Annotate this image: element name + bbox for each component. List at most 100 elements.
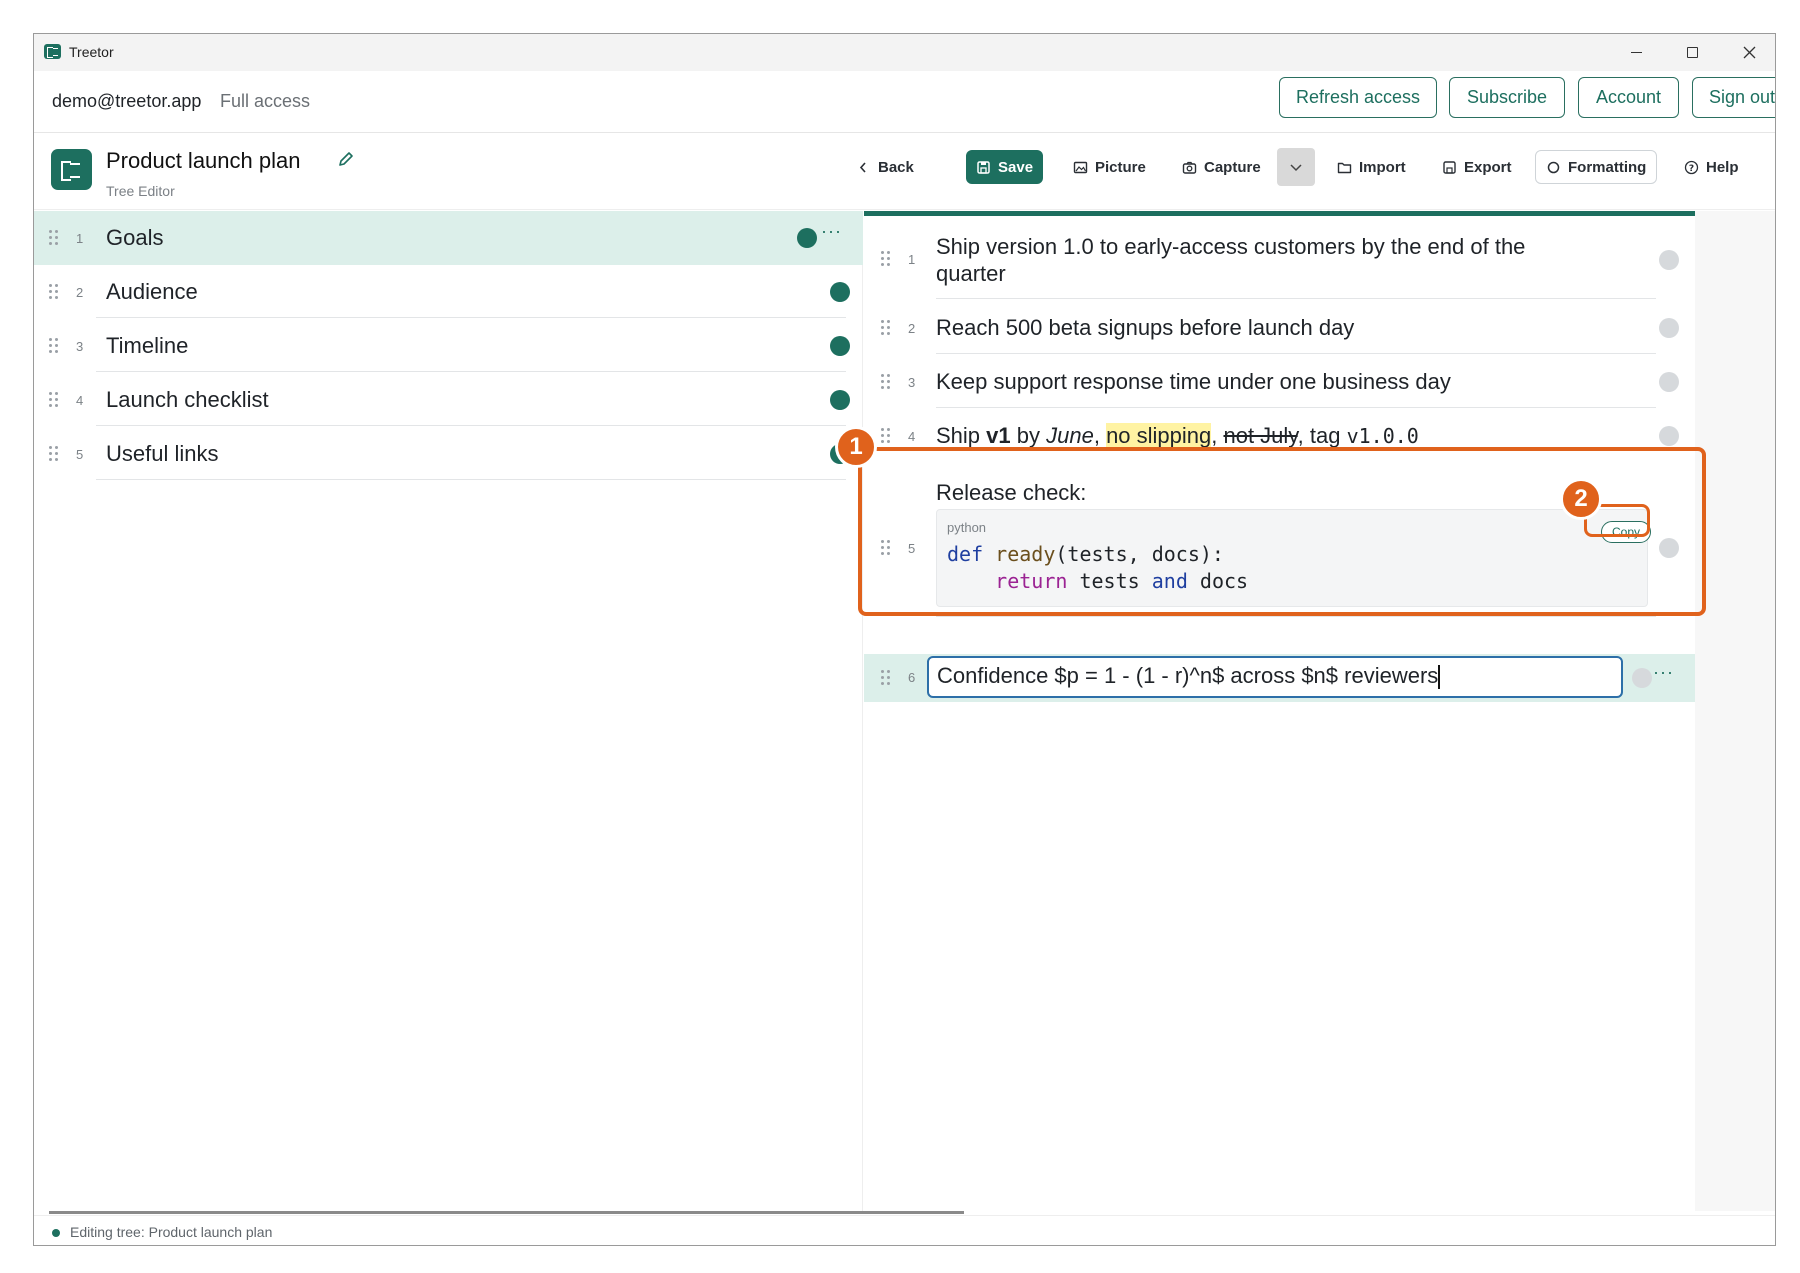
node-rich-text: Ship v1 by June, no slipping, not July, … xyxy=(936,422,1419,450)
tree-item-timeline[interactable]: 3 Timeline xyxy=(34,319,863,373)
status-indicator-icon xyxy=(52,1229,60,1237)
row-divider xyxy=(936,616,1656,617)
document-subtitle: Tree Editor xyxy=(106,183,175,199)
tree-document-icon xyxy=(51,149,92,190)
node-text-editor[interactable]: Confidence $p = 1 - (1 - r)^n$ across $n… xyxy=(927,656,1623,698)
row-divider xyxy=(936,407,1656,408)
save-button[interactable]: Save xyxy=(966,150,1044,184)
tree-item-number: 4 xyxy=(76,393,84,408)
drag-handle-icon[interactable] xyxy=(49,392,59,408)
status-dot-icon xyxy=(1659,250,1679,270)
status-dot-icon xyxy=(830,390,850,410)
capture-label: Capture xyxy=(1204,158,1261,176)
import-button[interactable]: Import xyxy=(1327,150,1416,184)
drag-handle-icon[interactable] xyxy=(881,374,891,390)
drag-handle-icon[interactable] xyxy=(49,284,59,300)
help-icon: ? xyxy=(1684,160,1699,174)
tree-item-goals[interactable]: 1 Goals ··· xyxy=(34,211,863,265)
drag-handle-icon[interactable] xyxy=(881,320,891,336)
active-section-rule xyxy=(864,211,1695,216)
callout-badge-2: 2 xyxy=(1560,478,1602,520)
status-text: Editing tree: Product launch plan xyxy=(70,1224,273,1240)
chevron-down-icon xyxy=(1290,164,1302,172)
text-run: , tag xyxy=(1297,423,1347,448)
edit-title-icon[interactable] xyxy=(338,151,354,167)
drag-handle-icon[interactable] xyxy=(49,230,59,246)
node-number: 2 xyxy=(908,321,916,336)
tree-item-number: 2 xyxy=(76,285,84,300)
export-button[interactable]: Export xyxy=(1432,150,1522,184)
close-icon xyxy=(1743,46,1755,59)
access-level: Full access xyxy=(220,91,311,111)
maximize-button[interactable] xyxy=(1664,34,1720,71)
editor-text: Confidence $p = 1 - (1 - r)^n$ across $n… xyxy=(937,663,1439,688)
more-options-icon[interactable]: ··· xyxy=(821,221,842,242)
status-dot-icon xyxy=(1659,372,1679,392)
export-label: Export xyxy=(1464,158,1512,176)
content-node-2[interactable]: 2 Reach 500 beta signups before launch d… xyxy=(864,301,1695,355)
capture-options-dropdown[interactable] xyxy=(1277,148,1315,186)
help-button[interactable]: ? Help xyxy=(1674,150,1749,184)
picture-button[interactable]: Picture xyxy=(1063,150,1156,184)
status-dot-icon xyxy=(1659,426,1679,446)
callout-box-1 xyxy=(858,447,1706,616)
tree-item-number: 5 xyxy=(76,447,84,462)
maximize-icon xyxy=(1686,47,1698,58)
drag-handle-icon[interactable] xyxy=(881,428,891,444)
content-node-3[interactable]: 3 Keep support response time under one b… xyxy=(864,355,1695,409)
sign-out-button[interactable]: Sign out xyxy=(1692,77,1775,118)
capture-button[interactable]: Capture xyxy=(1172,150,1271,184)
subscribe-button[interactable]: Subscribe xyxy=(1449,77,1565,118)
account-button[interactable]: Account xyxy=(1578,77,1679,118)
content-node-1[interactable]: 1 Ship version 1.0 to early-access custo… xyxy=(864,223,1695,299)
drag-handle-icon[interactable] xyxy=(881,251,891,267)
minimize-button[interactable] xyxy=(1608,34,1664,71)
back-button[interactable]: Back xyxy=(846,150,924,184)
folder-icon xyxy=(1337,162,1352,173)
node-number: 1 xyxy=(908,252,916,267)
tree-item-label: Useful links xyxy=(106,441,219,466)
formatting-button[interactable]: Formatting xyxy=(1535,150,1658,184)
app-window: Treetor demo@treetor.app Full access Ref… xyxy=(33,33,1776,1246)
back-label: Back xyxy=(878,158,914,176)
tree-outline-pane: 1 Goals ··· 2 Audience 3 Timeline 4 Laun… xyxy=(34,211,863,1211)
tree-item-launch-checklist[interactable]: 4 Launch checklist xyxy=(34,373,863,427)
node-content-pane: 1 Ship version 1.0 to early-access custo… xyxy=(864,211,1695,1211)
tree-item-audience[interactable]: 2 Audience xyxy=(34,265,863,319)
node-text-line: quarter xyxy=(936,261,1006,286)
close-button[interactable] xyxy=(1721,34,1775,71)
drag-handle-icon[interactable] xyxy=(881,670,891,686)
app-logo-icon xyxy=(44,44,61,59)
drag-handle-icon[interactable] xyxy=(49,338,59,354)
text-run: , xyxy=(1211,423,1224,448)
title-bar: Treetor xyxy=(34,34,1775,71)
row-divider xyxy=(96,371,846,372)
status-dot-icon xyxy=(1632,668,1652,688)
save-label: Save xyxy=(998,158,1034,176)
formatting-icon xyxy=(1547,161,1560,173)
node-number: 4 xyxy=(908,429,916,444)
content-node-6[interactable]: 6 Confidence $p = 1 - (1 - r)^n$ across … xyxy=(864,654,1695,702)
row-divider xyxy=(96,479,846,480)
tree-item-label: Goals xyxy=(106,225,164,250)
row-divider xyxy=(96,317,846,318)
horizontal-scrollbar[interactable] xyxy=(49,1211,964,1214)
svg-text:?: ? xyxy=(1689,164,1694,174)
status-dot-icon xyxy=(830,282,850,302)
italic-text: June xyxy=(1046,423,1094,448)
camera-icon xyxy=(1182,161,1197,174)
tree-item-number: 3 xyxy=(76,339,84,354)
tree-item-useful-links[interactable]: 5 Useful links xyxy=(34,427,863,481)
refresh-access-button[interactable]: Refresh access xyxy=(1279,77,1437,118)
drag-handle-icon[interactable] xyxy=(49,446,59,462)
minimize-icon xyxy=(1630,52,1642,53)
more-options-icon[interactable]: ··· xyxy=(1653,662,1674,683)
highlighted-text: no slipping xyxy=(1106,423,1212,448)
right-gutter xyxy=(1695,211,1775,1211)
help-label: Help xyxy=(1706,158,1739,176)
node-number: 3 xyxy=(908,375,916,390)
chevron-left-icon xyxy=(859,161,866,173)
node-text: Reach 500 beta signups before launch day xyxy=(936,315,1355,340)
text-run: , xyxy=(1093,423,1107,448)
export-save-icon xyxy=(1443,160,1456,174)
